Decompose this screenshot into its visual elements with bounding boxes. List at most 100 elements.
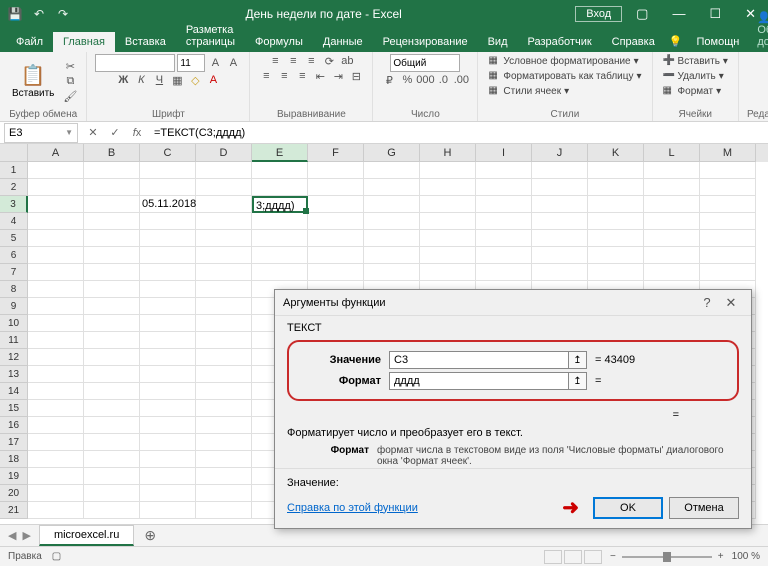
cell[interactable] <box>84 502 140 519</box>
cell[interactable] <box>84 451 140 468</box>
undo-icon[interactable]: ↶ <box>30 5 48 23</box>
orientation-icon[interactable]: ⟳ <box>321 54 337 68</box>
cell[interactable] <box>140 366 196 383</box>
cell[interactable] <box>84 434 140 451</box>
cell[interactable] <box>140 213 196 230</box>
cell[interactable] <box>140 502 196 519</box>
cell[interactable] <box>84 213 140 230</box>
cell[interactable] <box>196 468 252 485</box>
cell[interactable] <box>28 451 84 468</box>
row-header[interactable]: 7 <box>0 264 28 281</box>
dialog-close-icon[interactable]: ✕ <box>719 295 743 311</box>
cell[interactable] <box>308 196 364 213</box>
row-header[interactable]: 10 <box>0 315 28 332</box>
cell[interactable] <box>588 264 644 281</box>
dialog-help-icon[interactable]: ? <box>695 295 719 310</box>
row-header[interactable]: 11 <box>0 332 28 349</box>
cell[interactable] <box>476 264 532 281</box>
cell[interactable] <box>28 366 84 383</box>
border-icon[interactable]: ▦ <box>169 73 185 87</box>
cell[interactable] <box>28 383 84 400</box>
indent-inc-icon[interactable]: ⇥ <box>330 69 346 83</box>
row-header[interactable]: 14 <box>0 383 28 400</box>
cell[interactable] <box>476 230 532 247</box>
cell[interactable] <box>196 502 252 519</box>
font-color-icon[interactable]: A <box>205 73 221 87</box>
cell[interactable] <box>532 196 588 213</box>
tab-view[interactable]: Вид <box>478 32 518 52</box>
cell[interactable] <box>196 315 252 332</box>
cell[interactable] <box>28 162 84 179</box>
cell[interactable] <box>28 247 84 264</box>
dec-decimal-icon[interactable]: .00 <box>453 73 469 87</box>
cell[interactable] <box>196 179 252 196</box>
cell[interactable] <box>588 247 644 264</box>
formula-input[interactable]: =ТЕКСТ(C3;дддд) <box>148 127 768 139</box>
cell[interactable] <box>644 247 700 264</box>
comma-icon[interactable]: 000 <box>417 73 433 87</box>
arg-value-input[interactable] <box>389 351 569 369</box>
row-header[interactable]: 1 <box>0 162 28 179</box>
share-button[interactable]: 👤 Общий доступ <box>749 7 768 52</box>
cell[interactable] <box>140 349 196 366</box>
cell[interactable] <box>700 230 756 247</box>
cell[interactable] <box>532 179 588 196</box>
cell[interactable] <box>420 162 476 179</box>
row-header[interactable]: 15 <box>0 400 28 417</box>
cell[interactable] <box>588 230 644 247</box>
cell[interactable] <box>644 213 700 230</box>
cell[interactable] <box>420 213 476 230</box>
column-header[interactable]: L <box>644 144 700 162</box>
tab-data[interactable]: Данные <box>313 32 373 52</box>
paste-button[interactable]: 📋 Вставить <box>8 61 58 101</box>
cell[interactable] <box>644 264 700 281</box>
inc-decimal-icon[interactable]: .0 <box>435 73 451 87</box>
cell[interactable] <box>28 298 84 315</box>
cell[interactable] <box>420 230 476 247</box>
range-selector-icon[interactable]: ↥ <box>569 372 587 390</box>
cell[interactable] <box>532 247 588 264</box>
cell[interactable] <box>140 179 196 196</box>
name-box[interactable]: E3▼ <box>4 123 78 143</box>
cell[interactable] <box>196 298 252 315</box>
row-header[interactable]: 20 <box>0 485 28 502</box>
row-header[interactable]: 9 <box>0 298 28 315</box>
cell[interactable] <box>364 264 420 281</box>
copy-icon[interactable]: ⧉ <box>62 74 78 88</box>
cell[interactable] <box>140 417 196 434</box>
column-header[interactable]: G <box>364 144 420 162</box>
cell[interactable] <box>476 213 532 230</box>
cell[interactable] <box>28 281 84 298</box>
tab-file[interactable]: Файл <box>6 32 53 52</box>
cell[interactable] <box>140 485 196 502</box>
macro-record-icon[interactable]: ▢ <box>52 551 61 562</box>
cell[interactable] <box>700 264 756 281</box>
align-center-icon[interactable]: ≡ <box>276 69 292 83</box>
cell[interactable] <box>364 196 420 213</box>
cell[interactable] <box>140 230 196 247</box>
cell[interactable] <box>84 400 140 417</box>
cell[interactable] <box>196 434 252 451</box>
cell[interactable] <box>588 162 644 179</box>
conditional-format-button[interactable]: ▦Условное форматирование ▾ <box>486 54 640 68</box>
cut-icon[interactable]: ✂ <box>62 59 78 73</box>
column-header[interactable]: C <box>140 144 196 162</box>
wrap-text-icon[interactable]: ab <box>339 54 355 68</box>
cell[interactable] <box>84 179 140 196</box>
cell[interactable] <box>476 162 532 179</box>
cell[interactable] <box>252 162 308 179</box>
cell[interactable] <box>420 264 476 281</box>
column-header[interactable]: K <box>588 144 644 162</box>
tab-formulas[interactable]: Формулы <box>245 32 313 52</box>
ribbon-options-icon[interactable]: ▢ <box>630 6 654 22</box>
arg-format-input[interactable] <box>389 372 569 390</box>
cell[interactable] <box>84 196 140 213</box>
row-header[interactable]: 3 <box>0 196 28 213</box>
insert-cells-button[interactable]: ➕Вставить ▾ <box>661 54 730 68</box>
format-cells-button[interactable]: ▦Формат ▾ <box>661 84 724 98</box>
align-bottom-icon[interactable]: ≡ <box>303 54 319 68</box>
tab-tellme[interactable]: Помощн <box>687 32 750 52</box>
cell[interactable] <box>196 196 252 213</box>
cell[interactable] <box>140 468 196 485</box>
cancel-formula-icon[interactable]: ✕ <box>82 126 104 139</box>
